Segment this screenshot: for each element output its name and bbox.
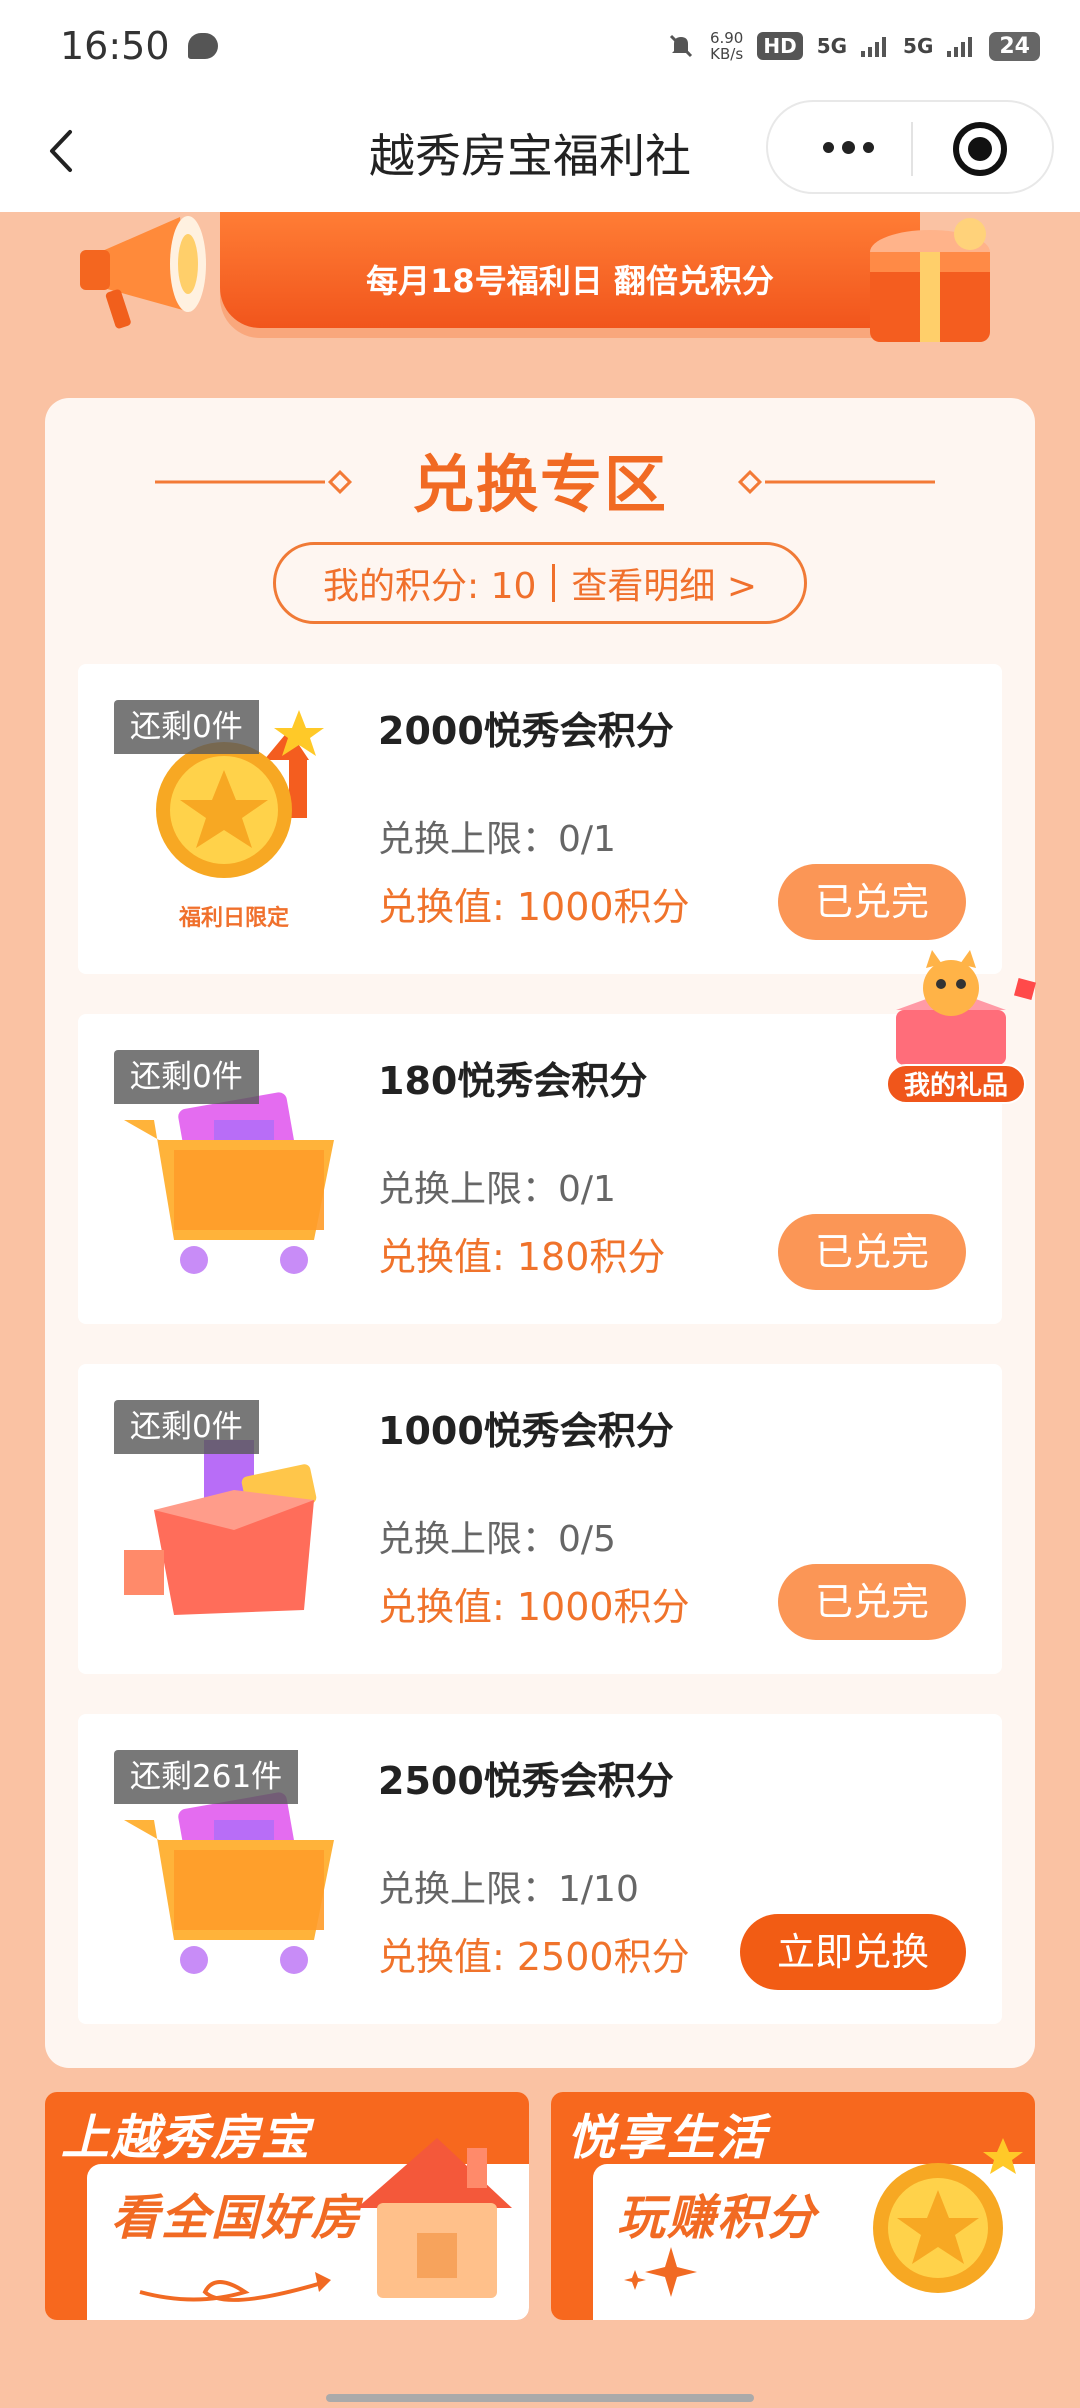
promo-subheading: 看全国好房 [111, 2190, 362, 2246]
promo-house-banner[interactable]: 上越秀房宝 看全国好房 [45, 2092, 529, 2320]
exchange-item: 还剩0件 180悦秀会积分 兑换上限：0/1 兑换值: 180积分 已兑完 [78, 1014, 1002, 1324]
item-price: 兑换值: 180积分 [378, 1235, 666, 1279]
star-coin-icon [873, 2138, 1023, 2293]
hd-badge: HD [757, 32, 803, 60]
item-limit: 兑换上限：0/5 [378, 1519, 616, 1560]
item-name: 1000悦秀会积分 [378, 1409, 674, 1453]
item-price: 兑换值: 1000积分 [378, 1585, 690, 1629]
signal-5g-1: 5G [816, 34, 848, 58]
view-details-link[interactable]: 查看明细 > [571, 557, 757, 609]
exchange-item: 福利日限定 还剩0件 2000悦秀会积分 兑换上限：0/1 兑换值: 1000积… [78, 664, 1002, 974]
mini-program-title-bar: 越秀房宝福利社 [0, 92, 1080, 212]
item-name: 180悦秀会积分 [378, 1059, 648, 1103]
signal-bars-icon [861, 37, 887, 57]
item-price: 兑换值: 1000积分 [378, 885, 690, 929]
gift-box-icon [870, 218, 990, 342]
my-gifts-entry[interactable]: 我的礼品 [876, 950, 1056, 1110]
header-decoration-right [737, 470, 935, 494]
item-name: 2500悦秀会积分 [378, 1759, 674, 1803]
exchange-item: 还剩0件 1000悦秀会积分 兑换上限：0/5 兑换值: 1000积分 已兑完 [78, 1364, 1002, 1674]
item-name: 2000悦秀会积分 [378, 709, 674, 753]
promo-subheading: 玩赚积分 [617, 2190, 818, 2246]
stock-badge: 还剩0件 [114, 1050, 259, 1104]
close-target-icon[interactable] [953, 122, 1007, 176]
points-divider [552, 564, 556, 602]
promo-heading: 悦享生活 [567, 2110, 768, 2166]
stock-badge: 还剩0件 [114, 1400, 259, 1454]
home-indicator[interactable] [326, 2394, 754, 2402]
banner-subtitle: 每月18号福利日 翻倍兑积分 [366, 262, 774, 300]
item-limit: 兑换上限：0/1 [378, 819, 616, 860]
item-limit: 兑换上限：0/1 [378, 1169, 616, 1210]
more-options-icon[interactable] [808, 124, 888, 170]
stock-badge: 还剩261件 [114, 1750, 299, 1804]
signal-bars-icon [947, 37, 973, 57]
stock-badge: 还剩0件 [114, 700, 259, 754]
redeem-now-button[interactable]: 立即兑换 [740, 1914, 966, 1990]
mascot-gift-icon [896, 950, 1037, 1065]
mute-bell-icon [669, 34, 692, 58]
megaphone-icon [80, 216, 206, 329]
mini-program-capsule [766, 100, 1054, 194]
exchange-button[interactable]: 已兑完 [778, 864, 966, 940]
my-gifts-label: 我的礼品 [886, 1064, 1026, 1104]
house-icon [357, 2138, 512, 2298]
promo-heading: 上越秀房宝 [61, 2110, 312, 2166]
signal-5g-2: 5G [903, 34, 934, 58]
exchange-zone-card: 兑换专区 我的积分: 10 查看明细 > 福利日限定 还剩0件 2000悦秀会积… [45, 398, 1035, 2068]
exchange-button[interactable]: 已兑完 [778, 1564, 966, 1640]
item-price: 兑换值: 2500积分 [378, 1935, 690, 1979]
welfare-day-banner[interactable]: 每月18号福利日 翻倍兑积分 [70, 212, 1010, 346]
promo-points-banner[interactable]: 悦享生活 玩赚积分 [551, 2092, 1035, 2320]
exchange-item: 还剩261件 2500悦秀会积分 兑换上限：1/10 兑换值: 2500积分 立… [78, 1714, 1002, 2024]
status-time: 16:50 [60, 24, 170, 68]
sparkle-icon [624, 2247, 697, 2297]
network-speed-unit: KB/s [710, 45, 744, 63]
my-points-label: 我的积分: 10 [323, 566, 537, 607]
network-speed-value: 6.90 [709, 29, 744, 47]
network-speed: 6.90 KB/s [710, 30, 743, 62]
status-icons: 6.90 KB/s HD 5G 5G 24 [666, 30, 1040, 62]
item-limit: 兑换上限：1/10 [378, 1869, 639, 1910]
swoosh-arrow-icon [139, 2272, 331, 2302]
status-bar: 16:50 6.90 KB/s HD 5G 5G 24 [0, 0, 1080, 92]
exchange-button[interactable]: 已兑完 [778, 1214, 966, 1290]
capsule-divider [911, 122, 913, 176]
coin-caption: 福利日限定 [178, 905, 289, 931]
points-summary: 我的积分: 10 查看明细 > [273, 542, 807, 624]
battery-indicator: 24 [989, 31, 1040, 61]
message-icon [187, 33, 218, 59]
